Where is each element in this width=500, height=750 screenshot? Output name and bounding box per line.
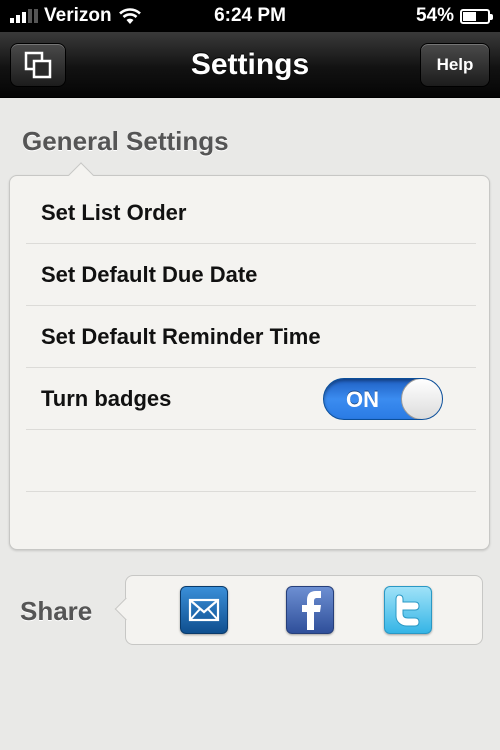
facebook-share-button[interactable] — [286, 586, 334, 634]
twitter-share-button[interactable] — [384, 586, 432, 634]
share-label: Share — [20, 596, 93, 626]
setting-row-empty — [26, 430, 476, 492]
setting-row-list-order[interactable]: Set List Order — [26, 182, 476, 244]
battery-icon — [460, 8, 493, 24]
signal-strength-icon — [10, 9, 38, 23]
facebook-icon — [302, 591, 321, 630]
wifi-icon — [118, 8, 141, 24]
setting-row-default-reminder-time[interactable]: Set Default Reminder Time — [26, 306, 476, 368]
setting-label: Turn badges — [41, 385, 172, 411]
setting-row-badges: Turn badges ON — [26, 368, 476, 430]
status-right: 54% — [415, 5, 493, 27]
email-icon — [188, 598, 220, 622]
toggle-state-label: ON — [346, 387, 379, 412]
email-share-button[interactable] — [180, 586, 228, 634]
carrier-name: Verizon — [44, 5, 112, 26]
badges-toggle[interactable]: ON — [323, 378, 443, 420]
section-title-general: General Settings — [22, 126, 229, 156]
status-bar: Verizon 6:24 PM 54% — [0, 0, 500, 32]
general-settings-card: Set List Order Set Default Due Date Set … — [9, 175, 490, 550]
help-button[interactable]: Help — [420, 43, 490, 87]
battery-fill — [463, 11, 476, 21]
battery-percent: 54% — [415, 5, 454, 26]
setting-label: Set List Order — [41, 199, 187, 225]
setting-label: Set Default Due Date — [41, 261, 258, 287]
setting-label: Set Default Reminder Time — [41, 323, 321, 349]
twitter-icon — [395, 594, 420, 627]
status-left: Verizon — [10, 5, 142, 27]
navigation-bar: Settings Help — [0, 32, 500, 98]
setting-row-default-due-date[interactable]: Set Default Due Date — [26, 244, 476, 306]
toggle-knob[interactable] — [401, 379, 442, 419]
